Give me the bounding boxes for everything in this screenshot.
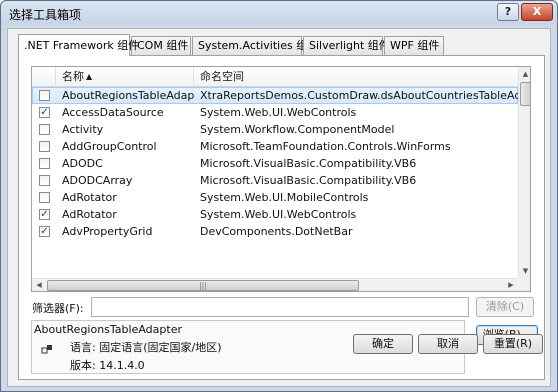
table-row[interactable]: AboutRegionsTableAdapter XtraReportsDemo… <box>32 87 518 104</box>
help-button[interactable]: ? <box>497 3 519 21</box>
header-checkbox-column[interactable] <box>32 67 56 87</box>
row-name: AdRotator <box>62 191 117 204</box>
row-checkbox[interactable]: ✓ <box>39 107 50 118</box>
header-name-label: 名称 <box>62 70 84 83</box>
table-row[interactable]: AddGroupControl Microsoft.TeamFoundation… <box>32 138 518 155</box>
vertical-scrollbar[interactable]: ▲ ▼ <box>518 67 530 278</box>
horizontal-scroll-thumb[interactable]: ||| <box>47 280 359 291</box>
tab-com[interactable]: COM 组件 <box>131 36 191 55</box>
scroll-up-icon[interactable]: ▲ <box>519 67 530 81</box>
tab-dotnet-framework[interactable]: .NET Framework 组件 <box>18 34 139 56</box>
row-checkbox[interactable] <box>39 158 50 169</box>
row-name: AdvPropertyGrid <box>62 225 153 238</box>
tab-panel: 名称▲ 命名空间 AboutRegionsTableAdapter XtraRe… <box>18 55 545 380</box>
row-checkbox[interactable]: ✓ <box>39 209 50 220</box>
row-name: ADODC <box>62 157 103 170</box>
row-checkbox[interactable] <box>39 124 50 135</box>
row-namespace: System.Web.UI.WebControls <box>200 106 357 119</box>
table-row[interactable]: ✓ AdvPropertyGrid DevComponents.DotNetBa… <box>32 223 518 240</box>
row-namespace: System.Web.UI.WebControls <box>200 208 357 221</box>
scroll-down-icon[interactable]: ▼ <box>519 264 530 278</box>
table-row[interactable]: ✓ AccessDataSource System.Web.UI.WebCont… <box>32 104 518 121</box>
sort-ascending-icon: ▲ <box>86 72 93 81</box>
filter-input[interactable] <box>91 297 469 317</box>
header-name-column[interactable]: 名称 ▲ <box>56 67 194 87</box>
ok-button[interactable]: 确定 <box>353 334 413 354</box>
table-row[interactable]: ADODC Microsoft.VisualBasic.Compatibilit… <box>32 155 518 172</box>
reset-button[interactable]: 重置(R) <box>483 334 543 354</box>
scroll-left-icon[interactable]: ◀ <box>32 279 46 291</box>
list-rows: AboutRegionsTableAdapter XtraReportsDemo… <box>32 87 518 240</box>
row-namespace: Microsoft.VisualBasic.Compatibility.VB6 <box>200 157 417 170</box>
component-icon <box>41 344 55 356</box>
row-namespace: Microsoft.TeamFoundation.Controls.WinFor… <box>200 140 451 153</box>
table-row[interactable]: ADODCArray Microsoft.VisualBasic.Compati… <box>32 172 518 189</box>
row-name: Activity <box>62 123 104 136</box>
clear-button[interactable]: 清除(C) <box>476 297 534 317</box>
row-name: AccessDataSource <box>62 106 164 119</box>
horizontal-scrollbar[interactable]: ◀ ||| ▶ <box>32 278 518 291</box>
version-line: 版本: 14.1.4.0 <box>70 359 145 372</box>
header-namespace-label: 命名空间 <box>200 70 244 83</box>
table-row[interactable]: ✓ AdRotator System.Web.UI.WebControls <box>32 206 518 223</box>
close-button[interactable]: X <box>521 3 553 21</box>
dialog-title: 选择工具箱项 <box>9 8 82 22</box>
row-namespace: XtraReportsDemos.CustomDraw.dsAboutCount… <box>200 89 518 102</box>
cancel-button[interactable]: 取消 <box>418 334 478 354</box>
list-header: 名称 ▲ 命名空间 <box>32 67 518 87</box>
table-row[interactable]: AdRotator System.Web.UI.MobileControls <box>32 189 518 206</box>
vertical-scroll-thumb[interactable] <box>520 82 530 106</box>
language-line: 语言: 固定语言(固定国家/地区) <box>70 341 222 354</box>
tab-wpf[interactable]: WPF 组件 <box>384 36 444 55</box>
row-namespace: System.Web.UI.MobileControls <box>200 191 369 204</box>
table-row[interactable]: Activity System.Workflow.ComponentModel <box>32 121 518 138</box>
row-name: AddGroupControl <box>62 140 157 153</box>
filter-label: 筛选器(F): <box>32 302 84 315</box>
tab-system-activities[interactable]: System.Activities 组件 <box>192 36 318 55</box>
component-list: 名称▲ 命名空间 AboutRegionsTableAdapter XtraRe… <box>31 66 531 292</box>
component-glyph-icon <box>41 345 52 354</box>
row-name: AboutRegionsTableAdapter <box>62 89 194 102</box>
row-checkbox[interactable] <box>39 141 50 152</box>
row-namespace: Microsoft.VisualBasic.Compatibility.VB6 <box>200 174 417 187</box>
component-title: AboutRegionsTableAdapter <box>34 323 182 336</box>
row-namespace: DevComponents.DotNetBar <box>200 225 353 238</box>
row-name: AdRotator <box>62 208 117 221</box>
title-bar: 选择工具箱项 ? X <box>1 1 557 25</box>
row-checkbox[interactable] <box>39 175 50 186</box>
dialog-window: 选择工具箱项 ? X .NET Framework 组件 COM 组件 Syst… <box>0 0 558 392</box>
row-checkbox[interactable] <box>39 192 50 203</box>
row-name: ADODCArray <box>62 174 133 187</box>
header-namespace-column[interactable]: 命名空间 <box>194 67 518 87</box>
row-checkbox[interactable] <box>39 90 50 101</box>
scroll-corner <box>518 278 530 291</box>
row-namespace: System.Workflow.ComponentModel <box>200 123 395 136</box>
tab-silverlight[interactable]: Silverlight 组件 <box>303 36 390 55</box>
row-checkbox[interactable]: ✓ <box>39 226 50 237</box>
scroll-right-icon[interactable]: ▶ <box>504 279 518 291</box>
